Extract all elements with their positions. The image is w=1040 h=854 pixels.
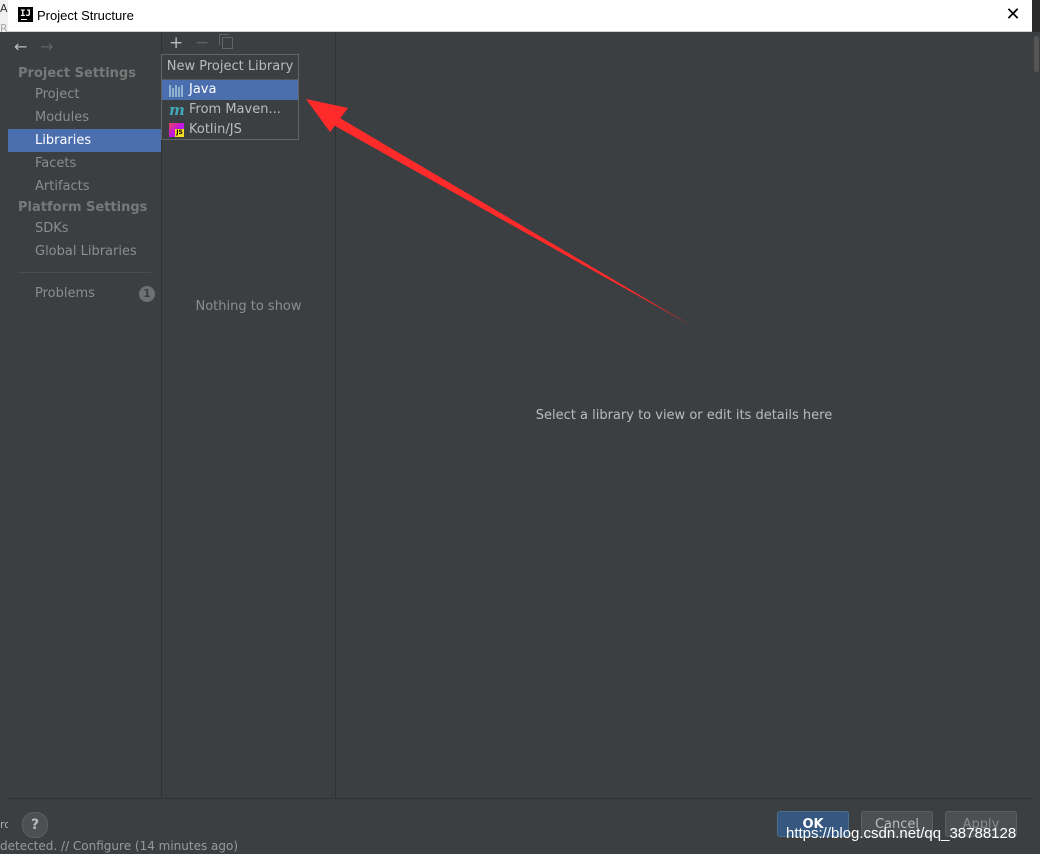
sidebar-item-artifacts[interactable]: Artifacts	[8, 175, 161, 198]
new-project-library-popup: New Project Library Java m From Maven...…	[161, 54, 299, 140]
sidebar-item-problems[interactable]: Problems 1	[8, 282, 161, 305]
project-settings-header: Project Settings	[18, 66, 136, 81]
back-arrow-icon[interactable]: ←	[14, 37, 27, 56]
sidebar-item-modules[interactable]: Modules	[8, 106, 161, 129]
details-placeholder: Select a library to view or edit its det…	[535, 408, 833, 423]
popup-item-label: Java	[189, 82, 217, 97]
popup-title: New Project Library	[162, 55, 298, 80]
forward-arrow-icon[interactable]: →	[40, 37, 53, 56]
ide-status-text: detected. // Configure (14 minutes ago)	[0, 839, 239, 853]
empty-list-text: Nothing to show	[195, 299, 302, 314]
popup-item-label: Kotlin/JS	[189, 122, 242, 137]
ide-edge-text: A	[0, 2, 8, 15]
remove-library-button[interactable]: −	[195, 33, 209, 53]
kotlin-js-icon: JS	[169, 123, 184, 137]
sidebar-item-sdks[interactable]: SDKs	[8, 217, 161, 240]
watermark-text: https://blog.csdn.net/qq_38788128	[786, 825, 1017, 842]
ide-scrollbar[interactable]	[1034, 36, 1039, 72]
popup-item-label: From Maven...	[189, 102, 281, 117]
popup-item-from-maven[interactable]: m From Maven...	[162, 100, 298, 120]
maven-icon: m	[169, 101, 185, 119]
copy-icon[interactable]	[219, 34, 233, 49]
libraries-list-panel: + − Nothing to show	[162, 32, 336, 798]
ide-background-right	[1032, 32, 1040, 854]
problems-count-badge: 1	[139, 286, 155, 302]
sidebar-divider	[18, 272, 151, 273]
help-button[interactable]: ?	[22, 812, 48, 838]
title-bar: IJ Project Structure ✕	[8, 0, 1032, 32]
sidebar-item-project[interactable]: Project	[8, 83, 161, 106]
library-details-panel: Select a library to view or edit its det…	[336, 32, 1032, 798]
popup-item-kotlin-js[interactable]: JS Kotlin/JS	[162, 120, 298, 140]
settings-sidebar: ← → Project Settings Project Modules Lib…	[8, 32, 162, 798]
sidebar-item-libraries[interactable]: Libraries	[8, 129, 161, 152]
platform-settings-header: Platform Settings	[18, 200, 148, 215]
close-button[interactable]: ✕	[1002, 4, 1024, 26]
intellij-logo-icon: IJ	[18, 7, 33, 22]
add-library-button[interactable]: +	[169, 33, 183, 53]
ide-edge-text: R	[0, 22, 8, 35]
ide-background-left	[0, 0, 8, 854]
sidebar-item-label: Problems	[35, 286, 95, 301]
sidebar-item-global-libraries[interactable]: Global Libraries	[8, 240, 161, 263]
popup-item-java[interactable]: Java	[162, 80, 298, 100]
window-title: Project Structure	[37, 8, 134, 23]
java-library-icon	[169, 83, 184, 97]
sidebar-item-facets[interactable]: Facets	[8, 152, 161, 175]
